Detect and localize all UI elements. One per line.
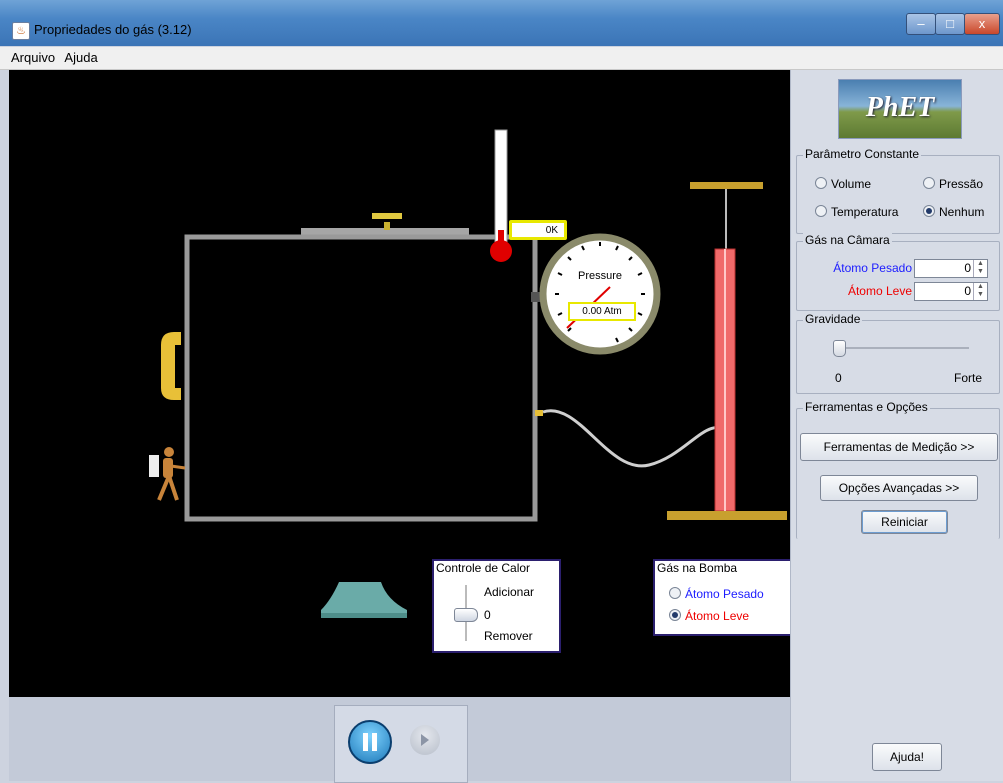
radio-volume-label: Volume xyxy=(831,177,872,191)
thermometer-readout: 0K xyxy=(509,220,567,240)
step-icon xyxy=(421,734,429,746)
pump-man-icon xyxy=(149,447,186,501)
gas-chamber xyxy=(184,234,538,522)
pump-hose xyxy=(542,409,733,468)
gauge-readout: 0.00 Atm xyxy=(568,302,636,321)
pump-gas-heavy-option[interactable]: Átomo Pesado xyxy=(669,587,764,601)
radio-pressao[interactable]: Pressão xyxy=(923,177,983,191)
heat-value-label: 0 xyxy=(484,608,491,622)
radio-pressao-label: Pressão xyxy=(939,177,984,191)
hose-connector xyxy=(535,410,543,416)
constant-parameter-group: Parâmetro Constante Volume Pressão Tempe… xyxy=(796,147,1000,234)
gauge-label: Pressure xyxy=(577,270,623,282)
chamber-gas-title: Gás na Câmara xyxy=(803,233,892,247)
pump-gas-light-option[interactable]: Átomo Leve xyxy=(669,609,749,623)
radio-nenhum[interactable]: Nenhum xyxy=(923,205,984,219)
pause-icon xyxy=(363,733,368,751)
radio-selected-icon xyxy=(923,205,935,217)
window-title: Propriedades do gás (3.12) xyxy=(34,22,192,37)
gravity-max-label: Forte xyxy=(954,371,983,385)
step-button[interactable] xyxy=(410,725,440,755)
spinner-arrows-icon[interactable]: ▲ ▼ xyxy=(973,283,987,300)
heat-slider-thumb[interactable] xyxy=(454,608,478,622)
radio-icon xyxy=(815,177,827,189)
radio-temperatura[interactable]: Temperatura xyxy=(815,205,898,219)
heat-add-label: Adicionar xyxy=(484,585,535,599)
phet-logo-text: PhET xyxy=(865,92,935,123)
gravity-title: Gravidade xyxy=(803,312,863,326)
reset-button[interactable]: Reiniciar xyxy=(861,510,948,534)
heat-control-title: Controle de Calor xyxy=(436,561,531,575)
heavy-atom-label: Átomo Pesado xyxy=(833,261,912,275)
radio-volume[interactable]: Volume xyxy=(815,177,871,191)
radio-nenhum-label: Nenhum xyxy=(939,205,985,219)
help-button[interactable]: Ajuda! xyxy=(872,743,942,771)
maximize-button[interactable]: □ xyxy=(935,13,965,35)
gravity-group: Gravidade 0 Forte xyxy=(796,312,1000,394)
menu-arquivo[interactable]: Arquivo xyxy=(8,47,58,65)
pump-gas-panel: Gás na Bomba Átomo Pesado Átomo Leve xyxy=(653,559,792,636)
pause-button[interactable] xyxy=(348,720,392,764)
light-atom-label: Átomo Leve xyxy=(847,284,912,298)
heat-control-panel: Controle de Calor Adicionar 0 Remover xyxy=(432,559,561,653)
java-icon: ♨ xyxy=(12,22,30,40)
radio-icon xyxy=(815,205,827,217)
pump-gas-heavy-label: Átomo Pesado xyxy=(685,587,764,601)
gravity-min-label: 0 xyxy=(835,371,842,385)
thermometer-tube xyxy=(494,129,508,243)
chamber-gas-group: Gás na Câmara Átomo Pesado 0 ▲ ▼ Átomo Lev… xyxy=(796,233,1000,311)
tools-title: Ferramentas e Opções xyxy=(803,400,930,414)
lid-handle-icon xyxy=(372,213,402,219)
menu-ajuda[interactable]: Ajuda xyxy=(61,47,100,65)
heavy-atom-value: 0 xyxy=(964,261,971,275)
gravity-slider-thumb[interactable] xyxy=(833,340,846,357)
heater-icon xyxy=(321,582,407,618)
pause-icon-bar xyxy=(372,733,377,751)
spinner-arrows-icon[interactable]: ▲ ▼ xyxy=(973,260,987,277)
chamber-handle-icon xyxy=(161,332,181,400)
radio-selected-icon xyxy=(669,609,681,621)
thermometer-bulb-icon xyxy=(490,240,512,262)
pressure-gauge-icon xyxy=(539,233,661,355)
light-atom-spinner[interactable]: 0 ▲ ▼ xyxy=(914,282,988,301)
close-button[interactable]: x xyxy=(964,13,1000,35)
advanced-options-button[interactable]: Opções Avançadas >> xyxy=(820,475,978,501)
gravity-slider-track xyxy=(837,347,969,349)
pump-base xyxy=(667,511,787,520)
pump-handle-icon xyxy=(690,182,763,189)
window-titlebar: ♨ Propriedades do gás (3.12) – □ x xyxy=(0,0,1003,46)
radio-temperatura-label: Temperatura xyxy=(831,205,899,219)
constant-parameter-title: Parâmetro Constante xyxy=(803,147,922,161)
menu-bar: Arquivo Ajuda xyxy=(0,47,1003,70)
heat-remove-label: Remover xyxy=(484,629,533,643)
pump-rod xyxy=(725,189,727,249)
lid-handle-stem xyxy=(384,222,390,230)
phet-logo[interactable]: PhET xyxy=(838,79,962,139)
pump-gas-light-label: Átomo Leve xyxy=(685,609,750,623)
pump-gas-title: Gás na Bomba xyxy=(657,561,738,575)
radio-icon xyxy=(923,177,935,189)
heavy-atom-spinner[interactable]: 0 ▲ ▼ xyxy=(914,259,988,278)
minimize-button[interactable]: – xyxy=(906,13,936,35)
thermometer-value: 0K xyxy=(545,225,558,236)
light-atom-value: 0 xyxy=(964,284,971,298)
measurement-tools-button[interactable]: Ferramentas de Medição >> xyxy=(800,433,998,461)
radio-icon xyxy=(669,587,681,599)
